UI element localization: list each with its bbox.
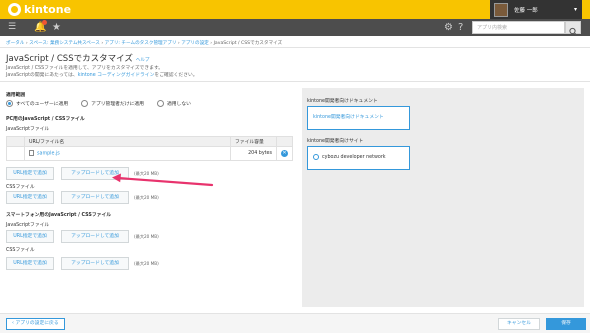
- sp-js-label: JavaScriptファイル: [6, 223, 50, 228]
- sp-section-label: スマートフォン用のJavaScript / CSSファイル: [6, 213, 112, 218]
- pc-css-upload-button[interactable]: アップロードして追加: [61, 191, 129, 204]
- site-section-title: kintone開発者向けサイト: [307, 139, 364, 144]
- cybozu-developer-network-link[interactable]: cybozu developer network: [307, 146, 410, 170]
- sp-css-upload-button[interactable]: アップロードして追加: [61, 257, 129, 270]
- developer-resources-panel: kintone開発者向けドキュメント kintone開発者向けドキュメント ki…: [302, 88, 584, 307]
- max-size-note: (最大20 MB): [134, 195, 159, 200]
- save-button[interactable]: 保存: [546, 318, 586, 330]
- max-size-note: (最大20 MB): [134, 261, 159, 266]
- sp-css-label: CSSファイル: [6, 248, 35, 253]
- sp-js-url-add-button[interactable]: URL指定で追加: [6, 230, 54, 243]
- sp-js-upload-button[interactable]: アップロードして追加: [61, 230, 129, 243]
- cancel-button[interactable]: キャンセル: [498, 318, 540, 330]
- footer-bar: ‹ アプリの設定に戻る キャンセル 保存: [0, 313, 590, 333]
- pc-css-url-add-button[interactable]: URL指定で追加: [6, 191, 54, 204]
- sp-css-url-add-button[interactable]: URL指定で追加: [6, 257, 54, 270]
- developer-docs-link[interactable]: kintone開発者向けドキュメント: [307, 106, 410, 130]
- cybozu-logo-icon: [313, 153, 319, 160]
- back-to-settings-button[interactable]: ‹ アプリの設定に戻る: [6, 318, 65, 330]
- doc-section-title: kintone開発者向けドキュメント: [307, 99, 378, 104]
- max-size-note: (最大20 MB): [134, 234, 159, 239]
- pc-css-label: CSSファイル: [6, 185, 35, 190]
